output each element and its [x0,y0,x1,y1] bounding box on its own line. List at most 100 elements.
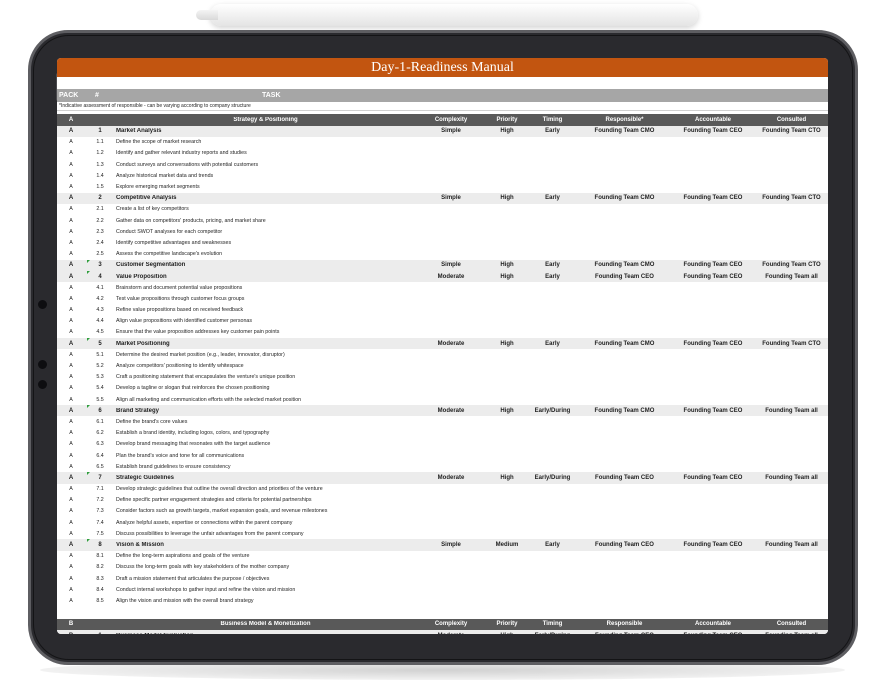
row-pack: A [69,508,73,515]
priority-cell: High [500,407,514,414]
table-row-group[interactable]: A 5 Market Positioning Moderate High Early Fou… [57,338,828,350]
comment-indicator-icon[interactable] [87,259,90,263]
table-row[interactable]: A 6.3 Develop brand messaging that resonat… [57,439,828,450]
table-row-group[interactable]: A 1 Market Analysis Simple High Early Founding… [57,125,828,137]
table-row[interactable]: A 7.2 Define specific partner engagement s… [57,495,828,506]
table-row[interactable]: A 7.1 Develop strategic guidelines that ou… [57,484,828,495]
task-text: Align the vision and mission with the ov… [116,597,254,604]
row-pack: A [69,363,73,370]
priority-cell: High [487,633,527,634]
table-row[interactable]: A 8.1 Define the long-term aspirations and… [57,551,828,562]
table-row[interactable]: A 2.3 Conduct SWOT analyses for each compe… [57,226,828,237]
table-row[interactable]: A 1.2 Identify and gather relevant industr… [57,148,828,159]
table-row-group[interactable]: A 6 Brand Strategy Moderate High Early/During… [57,405,828,417]
timing-cell: Early [545,542,560,549]
row-pack: A [69,519,73,526]
table-row[interactable]: A 1.3 Conduct surveys and conversations wi… [57,159,828,170]
table-row[interactable]: A 8.5 Align the vision and mission with th… [57,595,828,606]
row-pack: A [69,307,73,314]
table-row[interactable]: A 7.4 Analyze helpful assets, expertise or… [57,517,828,528]
row-number: 6.4 [96,452,104,459]
task-text: Conduct SWOT analyses for each competito… [116,228,223,235]
task-text: Discuss the long-term goals with key sta… [116,564,290,571]
table-row[interactable]: A 5.4 Develop a tagline or slogan that rei… [57,383,828,394]
table-row-group[interactable]: B1Business Model EvaluationModerateHighE… [57,630,828,634]
comment-indicator-icon[interactable] [87,338,90,342]
sensor-icon [38,380,47,389]
table-row[interactable]: A 5.2 Analyze competitors' positioning to … [57,360,828,371]
row-pack: A [68,273,74,280]
table-row[interactable]: A 7.5 Discuss possibilities to leverage th… [57,528,828,539]
row-number: 5.5 [96,396,104,403]
table-row[interactable]: A 4.1 Brainstorm and document potential va… [57,282,828,293]
table-row[interactable]: A 1.1 Define the scope of market research [57,137,828,148]
row-number: 6 [98,407,102,414]
task-text: Conduct internal workshops to gather inp… [116,586,296,593]
section-header-row[interactable]: B Business Model & Monetization Complexity… [57,618,828,631]
table-row-group[interactable]: A 4 Value Proposition Moderate High Early Foun… [57,270,828,283]
pack-header: PACK [59,92,79,99]
timing-cell: Early [545,262,560,269]
group-title: Customer Segmentation [116,262,186,269]
table-row[interactable]: A 8.4 Conduct internal workshops to gather… [57,584,828,595]
section-header-row[interactable]: A Strategy & Positioning Complexity Priorit… [57,114,828,126]
row-number: 4.3 [96,307,104,314]
comment-indicator-icon[interactable] [87,405,90,409]
sensor-icon [38,360,47,369]
table-row-group[interactable]: A 3 Customer Segmentation Simple High Early Fo… [57,259,828,271]
task-text: Analyze historical market data and trend… [116,172,214,179]
table-row-group[interactable]: A 8 Vision & Mission Simple Medium Early Found… [57,539,828,551]
row-pack: A [69,150,73,157]
table-row[interactable]: A 2.5 Assess the competitive landscape's e… [57,249,828,260]
row-number: 2.1 [96,206,104,213]
table-row[interactable]: A 6.4 Plan the brand's voice and tone for … [57,450,828,461]
responsibility-note: *Indicative assessment of responsible - … [57,102,828,111]
table-row[interactable]: A 5.5 Align all marketing and communicatio… [57,394,828,405]
table-row[interactable]: A 8.3 Draft a mission statement that artic… [57,573,828,584]
row-pack: A [69,284,73,291]
table-row[interactable]: A 8.2 Discuss the long-term goals with key… [57,562,828,573]
table-row[interactable]: A 1.4 Analyze historical market data and t… [57,170,828,181]
accountable-cell: Founding Team CEO [671,633,755,634]
table-row[interactable]: A 5.3 Craft a positioning statement that e… [57,372,828,383]
table-row[interactable]: A 7.3 Consider factors such as growth targ… [57,506,828,517]
table-row[interactable]: A 4.2 Test value propositions through cust… [57,293,828,304]
complexity-cell: Simple [441,128,461,135]
table-row[interactable]: A 4.4 Align value propositions with identi… [57,316,828,327]
comment-indicator-icon[interactable] [87,270,90,274]
table-row[interactable]: A 4.5 Ensure that the value proposition ad… [57,327,828,338]
comment-indicator-icon[interactable] [87,539,90,543]
group-title: Business Model Evaluation [115,633,415,634]
timing-cell: Early [545,128,560,135]
row-number: 7.4 [96,519,104,526]
priority-header: Priority [496,116,518,123]
table-row[interactable]: A 1.5 Explore emerging market segments [57,181,828,192]
table-row[interactable]: A 6.2 Establish a brand identity, includin… [57,428,828,439]
row-number: 4.5 [96,329,104,336]
row-pack: A [69,374,73,381]
table-row[interactable]: A 2.2 Gather data on competitors' products… [57,215,828,226]
task-text: Define the scope of market research [116,139,202,146]
table-row[interactable]: A 6.5 Establish brand guidelines to ensure… [57,461,828,472]
row-pack: A [69,251,73,258]
table-row[interactable]: A 4.3 Refine value propositions based on r… [57,305,828,316]
responsible-header: Responsible [606,621,643,628]
row-pack: A [68,542,74,549]
table-row-group[interactable]: A 2 Competitive Analysis Simple High Early Fou… [57,192,828,204]
row-pack: A [69,206,73,213]
task-header: TASK [262,92,281,99]
table-row[interactable]: A 5.1 Determine the desired market positio… [57,349,828,360]
row-pack: A [69,441,73,448]
task-text: Assess the competitive landscape's evolu… [116,251,223,258]
table-row[interactable]: A 2.1 Create a list of key competitors [57,204,828,215]
responsible-cell: Founding Team CEO [595,542,654,549]
accountable-header: Accountable [694,116,731,123]
comment-indicator-icon[interactable] [87,472,90,476]
priority-header: Priority [496,621,518,628]
timing-cell: Early/During [527,633,578,634]
row-number: 1.4 [96,172,104,179]
table-row[interactable]: A 6.1 Define the brand's core values [57,416,828,427]
table-row[interactable]: A 2.4 Identify competitive advantages and … [57,237,828,248]
row-pack: A [69,553,73,560]
table-row-group[interactable]: A 7 Strategic Guidelines Moderate High Early/… [57,472,828,484]
